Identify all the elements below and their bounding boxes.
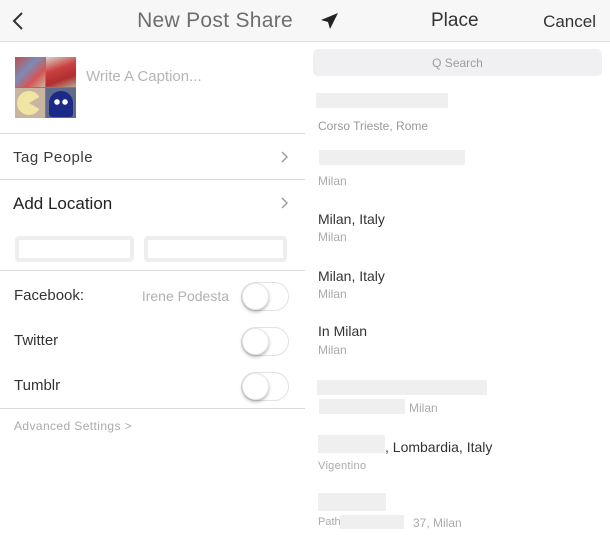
redacted-name <box>319 150 465 165</box>
cancel-button[interactable]: Cancel <box>543 12 596 32</box>
share-tumblr-row: Tumblr <box>0 363 305 408</box>
place-name: , Lombardia, Italy <box>385 439 493 455</box>
place-subtitle: Milan <box>318 343 347 357</box>
facebook-toggle[interactable] <box>241 282 289 311</box>
share-twitter-row: Twitter <box>0 318 305 363</box>
chevron-left-icon[interactable] <box>10 10 28 32</box>
add-location-label: Add Location <box>13 194 113 213</box>
post-thumbnail <box>15 57 76 118</box>
place-name: Milan, Italy <box>318 211 385 227</box>
place-subtitle: Milan <box>318 287 347 301</box>
chevron-right-icon <box>281 151 288 163</box>
tag-people-row[interactable]: Tag People <box>0 134 305 180</box>
redacted-address <box>319 399 405 414</box>
place-item[interactable]: Corso Trieste, Rome <box>305 90 610 140</box>
place-item[interactable]: Milan <box>305 378 610 428</box>
page-title: New Post Share <box>137 9 293 32</box>
place-title: Place <box>431 10 479 31</box>
redacted-address <box>340 515 404 529</box>
place-subtitle: Path <box>318 516 341 528</box>
twitter-label: Twitter <box>14 332 59 349</box>
chevron-right-icon <box>281 197 288 209</box>
place-subtitle: Corso Trieste, Rome <box>318 119 429 133</box>
tumblr-toggle[interactable] <box>241 372 289 401</box>
place-item[interactable]: Milan <box>305 147 610 197</box>
search-input[interactable]: Q Search <box>313 49 602 76</box>
place-item[interactable]: , Lombardia, Italy Vigentino <box>305 433 610 483</box>
caption-input[interactable] <box>86 65 286 87</box>
place-subtitle: Milan <box>318 230 347 244</box>
facebook-label: Facebook: <box>14 287 85 304</box>
redacted-name <box>318 493 386 511</box>
redacted-name <box>317 380 487 395</box>
location-suggestion-2[interactable] <box>144 236 287 262</box>
facebook-account: Irene Podesta <box>141 288 229 304</box>
share-facebook-row: Facebook: Irene Podesta <box>0 273 305 318</box>
place-name: Milan, Italy <box>318 268 385 284</box>
place-subtitle: Vigentino <box>318 460 367 472</box>
tag-people-label: Tag People <box>13 149 94 166</box>
left-header: New Post Share <box>0 0 305 42</box>
place-picker-panel: Place Cancel Q Search Corso Trieste, Rom… <box>305 0 610 541</box>
advanced-settings-link[interactable]: Advanced Settings > <box>14 419 132 433</box>
caption-section <box>0 42 305 134</box>
location-arrow-icon[interactable] <box>319 11 339 31</box>
place-subtitle: Milan <box>318 174 347 188</box>
new-post-share-panel: New Post Share Tag People Add Location F… <box>0 0 305 541</box>
redacted-name <box>316 93 448 108</box>
twitter-toggle[interactable] <box>241 327 289 356</box>
place-subtitle: Milan <box>409 401 438 415</box>
tumblr-label: Tumblr <box>14 377 61 394</box>
search-placeholder: Q Search <box>432 56 483 70</box>
location-suggestion-1[interactable] <box>15 236 134 262</box>
place-item[interactable]: Path 37, Milan <box>305 490 610 540</box>
place-item[interactable]: Milan, Italy Milan <box>305 265 610 315</box>
right-header: Place Cancel <box>305 0 610 42</box>
redacted-name <box>318 435 385 453</box>
place-name: In Milan <box>318 323 368 339</box>
place-subtitle-suffix: 37, Milan <box>413 516 462 530</box>
add-location-row[interactable]: Add Location <box>0 180 305 271</box>
divider <box>0 408 305 409</box>
place-item[interactable]: Milan, Italy Milan <box>305 208 610 258</box>
place-item[interactable]: In Milan Milan <box>305 320 610 370</box>
